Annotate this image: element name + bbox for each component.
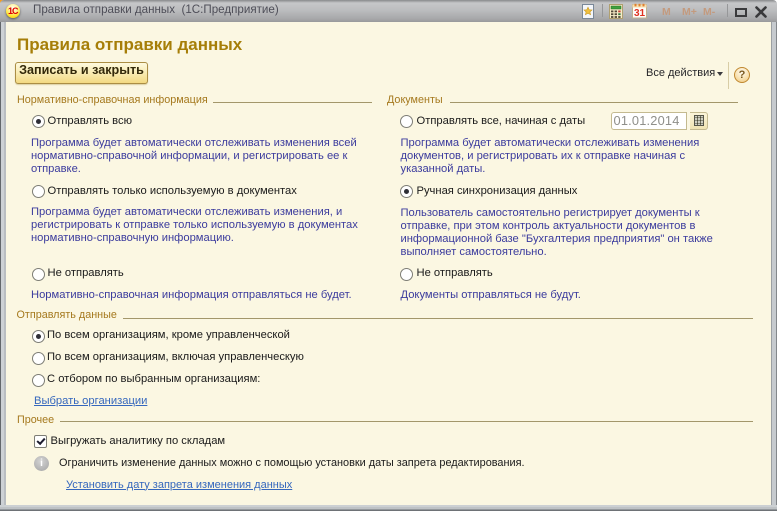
svg-text:31: 31 <box>634 8 646 19</box>
